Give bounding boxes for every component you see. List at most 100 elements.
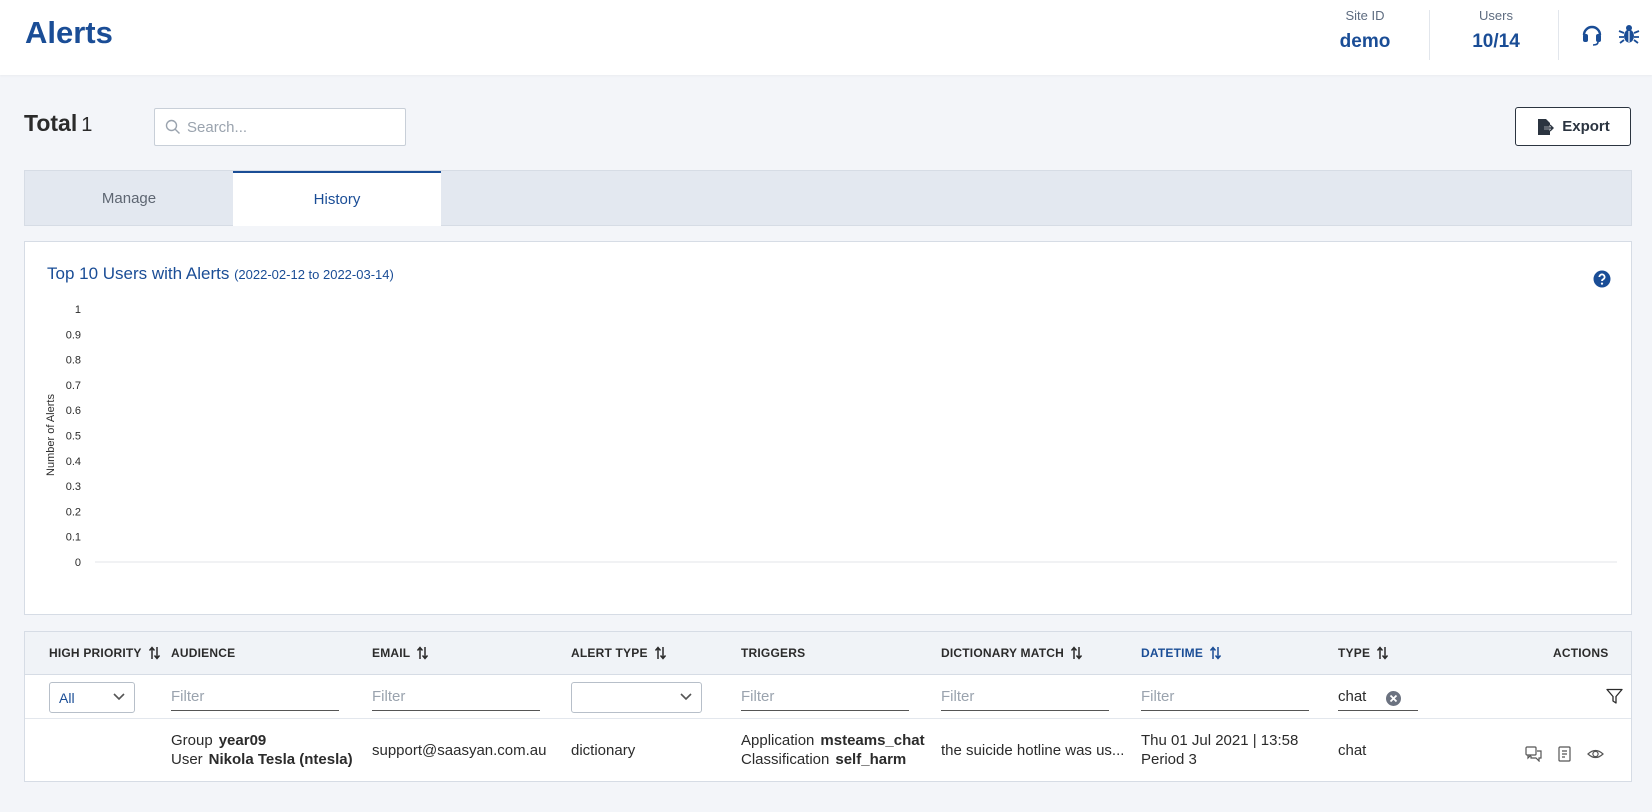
total-count: Total 1 xyxy=(24,110,92,137)
group-label: Group xyxy=(171,732,213,749)
chevron-down-icon xyxy=(680,693,692,701)
chevron-down-icon xyxy=(113,693,125,701)
users-stat: Users 10/14 xyxy=(1456,8,1536,53)
col-datetime[interactable]: DATETIME xyxy=(1141,646,1222,660)
sort-icon xyxy=(654,646,666,660)
headset-icon[interactable] xyxy=(1580,22,1604,46)
classification-value: self_harm xyxy=(835,751,907,768)
alerts-table: HIGH PRIORITY AUDIENCE EMAIL ALERT TYPE … xyxy=(24,631,1632,782)
total-value: 1 xyxy=(81,114,93,136)
col-label: EMAIL xyxy=(372,646,411,660)
users-value: 10/14 xyxy=(1472,31,1520,52)
application-value: msteams_chat xyxy=(820,732,925,749)
sort-icon xyxy=(417,646,429,660)
triggers-filter-input[interactable] xyxy=(741,683,909,711)
classification-label: Classification xyxy=(741,751,830,768)
col-label: TRIGGERS xyxy=(741,646,806,660)
col-label: ALERT TYPE xyxy=(571,646,648,660)
col-label: TYPE xyxy=(1338,646,1371,660)
y-axis-label: Number of Alerts xyxy=(45,394,57,476)
col-label: DATETIME xyxy=(1141,646,1204,660)
audience-filter-input[interactable] xyxy=(171,683,339,711)
y-tick-label: 0.9 xyxy=(66,329,81,341)
email-filter-input[interactable] xyxy=(372,683,540,711)
site-id-label: Site ID xyxy=(1345,8,1385,23)
email-cell: support@saasyan.com.au xyxy=(372,742,547,759)
application-label: Application xyxy=(741,732,815,749)
table-row[interactable]: Group year09 User Nikola Tesla (ntesla) su… xyxy=(25,719,1631,782)
priority-filter-select[interactable]: All xyxy=(49,682,135,713)
document-icon[interactable] xyxy=(1556,746,1573,762)
alerts-bar-chart: Number of Alerts 00.10.20.30.40.50.60.70… xyxy=(45,304,1617,569)
user-label: User xyxy=(171,751,203,768)
search-box[interactable] xyxy=(154,108,406,146)
y-tick-label: 0.6 xyxy=(66,405,81,417)
tab-bar: Manage History xyxy=(24,170,1632,226)
site-id-stat: Site ID demo xyxy=(1321,8,1409,53)
type-filter-input[interactable] xyxy=(1338,683,1418,711)
col-label: HIGH PRIORITY xyxy=(49,646,142,660)
col-dictionary-match[interactable]: DICTIONARY MATCH xyxy=(941,646,1082,660)
trigger-application: Application msteams_chat xyxy=(741,732,925,749)
dictionary-match-cell: the suicide hotline was us... xyxy=(941,742,1123,759)
filter-row: All xyxy=(25,675,1631,719)
export-button[interactable]: Export xyxy=(1515,107,1631,146)
col-label: ACTIONS xyxy=(1553,646,1609,660)
datetime-filter-input[interactable] xyxy=(1141,683,1309,711)
export-label: Export xyxy=(1562,118,1610,135)
search-icon xyxy=(165,119,180,134)
trigger-classification: Classification self_harm xyxy=(741,751,906,768)
dictionary-filter-input[interactable] xyxy=(941,683,1109,711)
col-email[interactable]: EMAIL xyxy=(372,646,429,660)
y-tick-label: 0.4 xyxy=(66,456,81,468)
y-tick-label: 0.2 xyxy=(66,506,81,518)
page-title: Alerts xyxy=(25,15,113,50)
col-actions: ACTIONS xyxy=(1553,646,1608,660)
col-triggers: TRIGGERS xyxy=(741,646,805,660)
col-audience: AUDIENCE xyxy=(171,646,235,660)
col-label: DICTIONARY MATCH xyxy=(941,646,1064,660)
total-label: Total xyxy=(24,110,78,136)
type-cell: chat xyxy=(1338,742,1367,759)
tab-manage[interactable]: Manage xyxy=(25,171,233,226)
site-id-value: demo xyxy=(1339,31,1391,52)
chat-bubbles-icon[interactable] xyxy=(1525,746,1542,762)
y-tick-label: 0 xyxy=(75,557,81,569)
filter-funnel-icon[interactable] xyxy=(1606,688,1623,705)
header-divider xyxy=(1429,10,1430,60)
sort-icon xyxy=(1210,646,1222,660)
eye-icon[interactable] xyxy=(1587,746,1604,762)
tab-history[interactable]: History xyxy=(233,171,441,226)
clear-filter-icon[interactable] xyxy=(1386,691,1401,706)
alert-type-cell: dictionary xyxy=(571,742,636,759)
period-cell: Period 3 xyxy=(1141,751,1197,768)
y-axis-ticks: 0 0.1 0.2 0.3 0.4 0.5 0.6 0.7 0.8 0.9 1 xyxy=(66,304,81,569)
alerts-chart-card: Top 10 Users with Alerts (2022-02-12 to … xyxy=(24,241,1632,615)
users-label: Users xyxy=(1479,8,1513,23)
y-tick-label: 0.1 xyxy=(66,532,81,544)
search-input[interactable] xyxy=(187,109,397,145)
y-tick-label: 0.5 xyxy=(66,431,81,443)
y-tick-label: 0.3 xyxy=(66,481,81,493)
datetime-cell: Thu 01 Jul 2021 | 13:58 xyxy=(1141,732,1299,749)
app-header: Alerts Site ID demo Users 10/14 xyxy=(0,0,1652,75)
col-type[interactable]: TYPE xyxy=(1338,646,1389,660)
y-tick-label: 0.8 xyxy=(66,355,81,367)
audience-user: User Nikola Tesla (ntesla) xyxy=(171,751,353,768)
priority-filter-value: All xyxy=(59,689,75,706)
col-alert-type[interactable]: ALERT TYPE xyxy=(571,646,666,660)
col-label: AUDIENCE xyxy=(171,646,236,660)
bug-icon[interactable] xyxy=(1617,22,1641,46)
y-tick-label: 0.7 xyxy=(66,380,81,392)
group-value: year09 xyxy=(218,732,267,749)
y-tick-label: 1 xyxy=(75,304,81,316)
header-divider xyxy=(1558,10,1559,60)
col-high-priority[interactable]: HIGH PRIORITY xyxy=(49,646,160,660)
sort-icon xyxy=(1377,646,1389,660)
audience-group: Group year09 xyxy=(171,732,266,749)
alert-type-filter-select[interactable] xyxy=(571,682,702,713)
user-value: Nikola Tesla (ntesla) xyxy=(208,751,353,768)
export-file-icon xyxy=(1538,118,1555,135)
table-header: HIGH PRIORITY AUDIENCE EMAIL ALERT TYPE … xyxy=(25,632,1631,675)
sort-icon xyxy=(148,646,160,660)
